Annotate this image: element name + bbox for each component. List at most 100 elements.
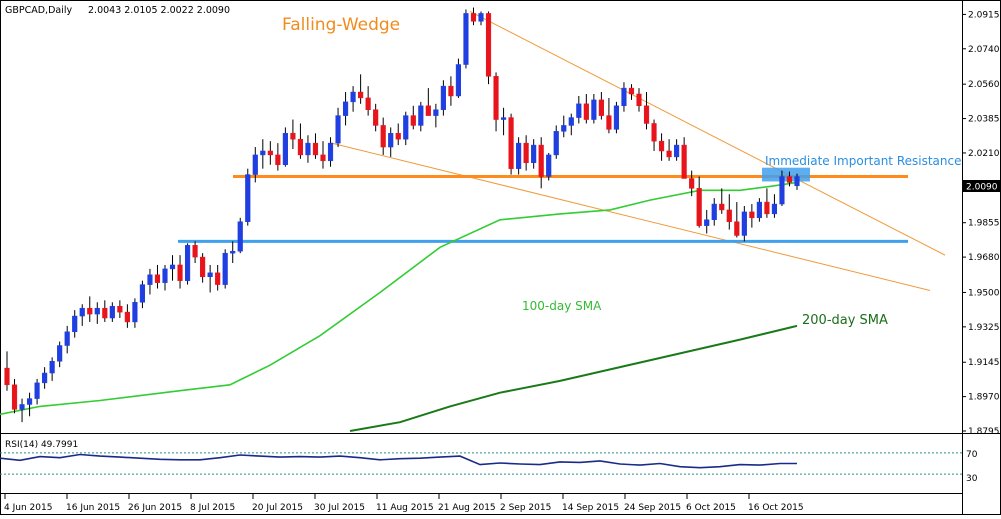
- candle-body: [49, 360, 55, 374]
- candle-body: [64, 331, 70, 346]
- time-tick-label: 11 Aug 2015: [376, 503, 434, 513]
- price-tick-label: 1.9145: [968, 358, 1000, 368]
- candle-body: [282, 133, 288, 165]
- time-tick-label: 24 Sep 2015: [624, 503, 681, 513]
- candle-body: [87, 307, 93, 315]
- candle-body: [34, 382, 40, 399]
- candle-body: [591, 99, 597, 120]
- price-tick-label: 2.0210: [968, 149, 1000, 159]
- candle-body: [448, 85, 454, 97]
- candle-body: [749, 211, 755, 219]
- candle-body: [410, 115, 416, 126]
- candle-body: [192, 245, 198, 258]
- rsi-level-30: 30: [966, 474, 978, 484]
- chart-background: [0, 0, 1001, 515]
- candle-body: [538, 144, 544, 177]
- candle-body: [621, 87, 627, 107]
- candle-body: [290, 133, 296, 140]
- candle-body: [57, 345, 63, 362]
- candle-body: [583, 103, 589, 120]
- candle-body: [568, 117, 574, 126]
- candle-body: [177, 264, 183, 281]
- candle-body: [531, 144, 537, 164]
- candle-body: [598, 99, 604, 116]
- price-tick-label: 1.8970: [968, 393, 1000, 403]
- candle-body: [102, 307, 108, 319]
- candle-body: [726, 209, 732, 222]
- candle-body: [485, 13, 492, 77]
- candle-body: [358, 91, 364, 99]
- candle-body: [771, 203, 778, 215]
- candle-body: [764, 201, 770, 215]
- candle-body: [19, 404, 25, 410]
- candle-body: [132, 302, 138, 323]
- candle-body: [230, 250, 236, 254]
- candle-body: [794, 176, 800, 187]
- rsi-label: RSI(14) 49.7991: [5, 440, 78, 450]
- candle-body: [305, 142, 311, 156]
- candle-body: [523, 142, 529, 164]
- candle-body: [418, 105, 424, 126]
- candle-body: [200, 256, 206, 277]
- candle-body: [124, 311, 130, 323]
- time-tick-label: 30 Jul 2015: [314, 503, 365, 513]
- candle-body: [425, 105, 431, 116]
- candle-body: [327, 142, 334, 162]
- candle-body: [215, 272, 221, 285]
- candle-body: [395, 133, 401, 140]
- price-tick-label: 2.0560: [968, 80, 1000, 90]
- candle-body: [252, 154, 258, 175]
- candle-body: [643, 105, 650, 124]
- time-tick-label: 26 Jun 2015: [128, 503, 182, 513]
- candle-body: [154, 274, 161, 283]
- candle-body: [756, 201, 762, 219]
- candle-body: [689, 178, 695, 189]
- price-tick-label: 2.0740: [968, 45, 1000, 55]
- candle-body: [42, 372, 48, 384]
- ohlc-readout: 2.0043 2.0105 2.0022 2.0090: [88, 5, 230, 16]
- candle-body: [734, 221, 740, 236]
- candle-body: [674, 144, 680, 158]
- candle-body: [260, 150, 266, 156]
- sma200-annotation: 200-day SMA: [802, 313, 888, 328]
- candle-body: [440, 85, 446, 110]
- price-tick-label: 1.9325: [968, 323, 1000, 333]
- time-tick-label: 4 Jun 2015: [4, 503, 52, 513]
- candle-body: [779, 176, 785, 205]
- price-tick-label: 1.9680: [968, 253, 1000, 263]
- candle-body: [373, 109, 379, 126]
- price-tick-label: 1.8795: [968, 427, 1000, 437]
- symbol-label: GBPCAD,Daily: [5, 5, 72, 16]
- candle-body: [546, 154, 552, 177]
- time-tick-label: 16 Oct 2015: [748, 503, 804, 513]
- candle-body: [139, 284, 146, 303]
- candle-body: [72, 315, 78, 333]
- candle-body: [222, 252, 228, 285]
- time-tick-label: 16 Jun 2015: [66, 503, 120, 513]
- candle-body: [380, 125, 386, 148]
- candle-body: [320, 154, 326, 162]
- candle-body: [651, 123, 657, 142]
- candle-body: [786, 176, 793, 183]
- candle-body: [79, 307, 85, 317]
- chart-root: GBPCAD,Daily 2.0043 2.0105 2.0022 2.0090…: [0, 0, 1001, 515]
- candle-body: [237, 221, 243, 252]
- candle-body: [628, 87, 635, 95]
- candle-body: [245, 174, 251, 222]
- candle-body: [162, 268, 168, 283]
- candle-body: [508, 117, 514, 169]
- candle-body: [719, 203, 725, 211]
- candle-body: [184, 245, 191, 281]
- candle-body: [463, 13, 469, 65]
- time-tick-label: 6 Oct 2015: [686, 503, 736, 513]
- price-chart[interactable]: GBPCAD,Daily 2.0043 2.0105 2.0022 2.0090…: [0, 0, 1001, 515]
- price-tick-label: 1.9500: [968, 288, 1000, 298]
- candle-body: [350, 91, 356, 103]
- candle-body: [169, 264, 176, 270]
- candle-body: [553, 131, 559, 156]
- candle-body: [493, 76, 499, 120]
- resistance-zone-box: [762, 167, 810, 182]
- candle-body: [606, 115, 612, 130]
- candle-body: [342, 101, 349, 116]
- candle-body: [613, 105, 620, 130]
